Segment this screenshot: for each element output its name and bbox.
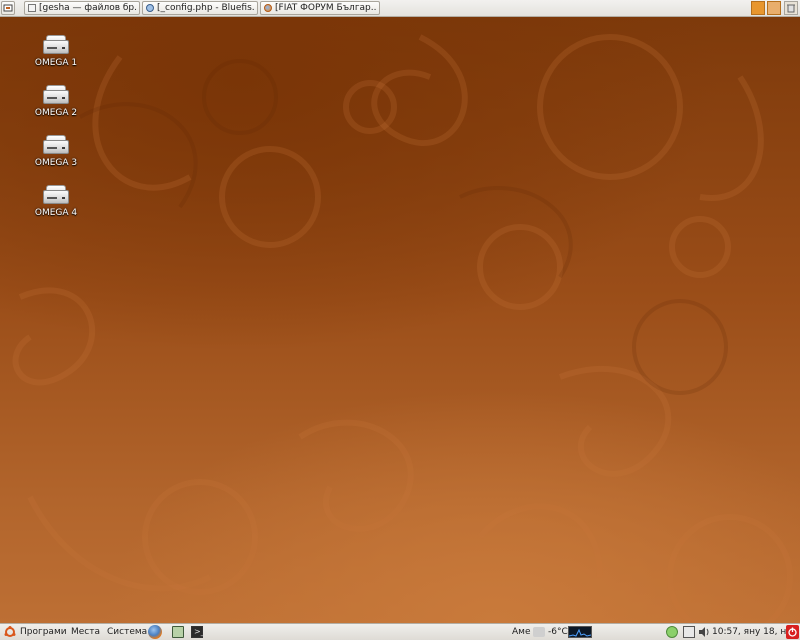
- firefox-launcher-icon[interactable]: [148, 625, 162, 639]
- drive-label: OMEGA 2: [34, 108, 78, 118]
- drive-label: OMEGA 4: [34, 208, 78, 218]
- taskbar-window-label: [FIAT ФОРУМ Българ...: [275, 3, 377, 13]
- temperature: -6°C: [548, 627, 568, 637]
- workspace-2-button[interactable]: [767, 1, 781, 15]
- shutdown-button[interactable]: [786, 625, 799, 639]
- taskbar-window-bluefish[interactable]: [_config.php - Bluefis...: [142, 1, 258, 15]
- wallpaper-swirls: [12, 34, 793, 623]
- network-icon[interactable]: [683, 626, 695, 638]
- clock[interactable]: 10:57, яну 18, нд: [712, 624, 792, 640]
- calculator-launcher-icon[interactable]: [172, 626, 184, 638]
- drive-omega-1[interactable]: OMEGA 1: [26, 35, 86, 68]
- workspace-1-button[interactable]: [751, 1, 765, 15]
- power-icon: [788, 627, 797, 637]
- cloudy-weather-icon: [533, 627, 545, 637]
- harddisk-icon: [43, 135, 69, 155]
- bottom-panel: Програми Места Система >_ Аме -6°C 10:57…: [0, 623, 800, 640]
- weather-location[interactable]: Аме: [512, 624, 530, 640]
- taskbar-window-label: [_config.php - Bluefis...: [157, 3, 255, 13]
- update-notifier-icon[interactable]: [666, 626, 678, 638]
- drive-label: OMEGA 1: [34, 58, 78, 68]
- top-panel: [gesha — файлов бр... [_config.php - Blu…: [0, 0, 800, 17]
- trash-icon: [787, 4, 795, 13]
- menu-places[interactable]: Места: [71, 624, 100, 640]
- bluefish-icon: [146, 4, 154, 12]
- drive-omega-3[interactable]: OMEGA 3: [26, 135, 86, 168]
- show-desktop-icon: [3, 4, 13, 12]
- harddisk-icon: [43, 185, 69, 205]
- show-desktop-button[interactable]: [1, 1, 15, 15]
- taskbar-window-firefox[interactable]: [FIAT ФОРУМ Българ...: [260, 1, 380, 15]
- drive-label: OMEGA 3: [34, 158, 78, 168]
- taskbar-window-file-browser[interactable]: [gesha — файлов бр...: [24, 1, 140, 15]
- taskbar-window-label: [gesha — файлов бр...: [39, 3, 137, 13]
- menu-system[interactable]: Система: [107, 624, 147, 640]
- desktop-background[interactable]: OMEGA 1 OMEGA 2 OMEGA 3 OMEGA 4: [0, 17, 800, 623]
- menu-applications[interactable]: Програми: [20, 624, 67, 640]
- volume-icon[interactable]: [698, 626, 710, 638]
- harddisk-icon: [43, 35, 69, 55]
- trash-button[interactable]: [784, 1, 798, 15]
- system-monitor-graph[interactable]: [568, 626, 592, 638]
- drive-omega-4[interactable]: OMEGA 4: [26, 185, 86, 218]
- folder-icon: [28, 4, 36, 12]
- ubuntu-logo-icon: [4, 626, 16, 637]
- drive-omega-2[interactable]: OMEGA 2: [26, 85, 86, 118]
- harddisk-icon: [43, 85, 69, 105]
- terminal-launcher-icon[interactable]: >_: [191, 626, 205, 638]
- firefox-icon: [264, 4, 272, 12]
